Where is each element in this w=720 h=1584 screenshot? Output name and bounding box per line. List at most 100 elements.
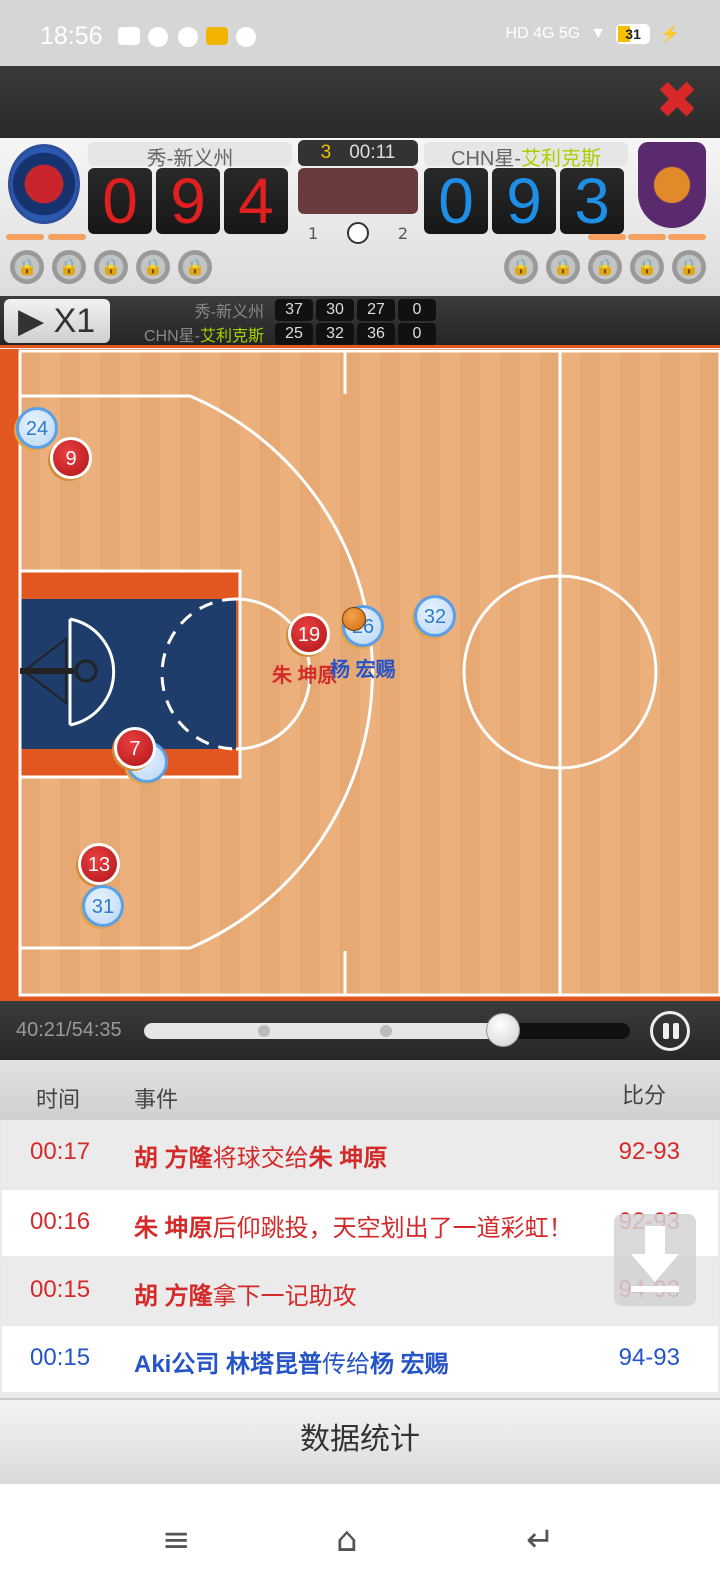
basketball-court: 24 9 26 19 32 7 13 31 朱 坤原 杨 宏赐 bbox=[0, 349, 720, 1000]
speed-label: X1 bbox=[53, 302, 96, 340]
column-header-time: 时间 bbox=[36, 1087, 81, 1112]
player-marker[interactable]: 13 bbox=[78, 843, 120, 885]
quarter-score-cell: 32 bbox=[316, 323, 354, 345]
possession-1: 1 bbox=[308, 223, 319, 243]
event-row: 00:17 胡 方隆将球交给朱 坤原 92-93 bbox=[2, 1120, 718, 1186]
stats-button[interactable]: 数据统计 bbox=[0, 1398, 720, 1484]
lock-icon: 🔒 bbox=[94, 250, 128, 284]
menu-icon[interactable]: ≡ bbox=[162, 1520, 191, 1560]
quarter-score-cell: 25 bbox=[275, 323, 313, 345]
event-time: 00:15 bbox=[30, 1344, 91, 1371]
away-score-digit: 9 bbox=[492, 168, 556, 234]
away-team-logo bbox=[638, 142, 706, 228]
home-score-digit: 9 bbox=[156, 168, 220, 234]
home-quarter-label: 秀-新义州 bbox=[194, 304, 264, 321]
quarter-score-cell: 27 bbox=[357, 299, 395, 321]
home-icon[interactable]: ⌂ bbox=[336, 1520, 358, 1560]
possession-indicator: 1 2 bbox=[308, 222, 408, 244]
back-icon[interactable]: ↵ bbox=[526, 1520, 555, 1560]
away-score-digit: 0 bbox=[424, 168, 488, 234]
quarter-score-cell: 0 bbox=[398, 299, 436, 321]
player-marker[interactable]: 32 bbox=[414, 595, 456, 637]
scoreboard: 秀-新义州 CHN星-艾利克斯 0 9 4 0 9 3 3 00:11 1 2 🔒… bbox=[0, 138, 720, 298]
playback-progress bbox=[144, 1023, 504, 1039]
possession-2: 2 bbox=[397, 223, 408, 243]
app-icon bbox=[178, 27, 198, 47]
shot-clock-panel bbox=[298, 168, 418, 214]
close-button[interactable]: ✖ bbox=[652, 75, 702, 127]
basketball-icon bbox=[342, 607, 366, 631]
event-text: 胡 方隆拿下一记助攻 bbox=[134, 1283, 357, 1310]
battery-level: 31 bbox=[625, 26, 641, 42]
quarter-score-cell: 37 bbox=[275, 299, 313, 321]
lock-icon: 🔒 bbox=[588, 250, 622, 284]
lock-icon: 🔒 bbox=[630, 250, 664, 284]
charging-icon: ⚡ bbox=[660, 26, 680, 43]
column-header-score: 比分 bbox=[622, 1083, 667, 1108]
away-quarter-row: CHN星-艾利克斯 25 32 36 0 bbox=[112, 322, 436, 346]
clock-time: 00:11 bbox=[349, 142, 396, 163]
event-row: 00:16 朱 坤原后仰跳投，天空划出了一道彩虹！ 92-93 bbox=[2, 1190, 718, 1256]
player-marker[interactable]: 19 bbox=[288, 613, 330, 655]
event-time: 00:17 bbox=[30, 1138, 91, 1165]
system-nav-bar: ≡ ⌂ ↵ bbox=[0, 1484, 720, 1584]
whistle-icon bbox=[347, 222, 369, 244]
home-score: 0 9 4 bbox=[88, 168, 288, 234]
away-quarter-label: CHN星-艾利克斯 bbox=[143, 328, 264, 345]
events-header: 时间 事件 比分 bbox=[0, 1060, 720, 1120]
lock-icon: 🔒 bbox=[178, 250, 212, 284]
home-score-digit: 0 bbox=[88, 168, 152, 234]
away-foul-bar bbox=[628, 234, 666, 240]
close-icon: ✖ bbox=[655, 71, 699, 131]
game-clock: 3 00:11 bbox=[298, 140, 418, 166]
event-time: 00:15 bbox=[30, 1276, 91, 1303]
away-team-name: CHN星-艾利克斯 bbox=[424, 142, 628, 170]
play-icon: ▶ bbox=[18, 302, 45, 340]
event-time: 00:16 bbox=[30, 1208, 91, 1235]
status-right: HD 4G 5G ▼ 31 ⚡ bbox=[506, 24, 680, 44]
away-score-digit: 3 bbox=[560, 168, 624, 234]
status-time: 18:56 bbox=[40, 22, 103, 50]
player-marker[interactable]: 24 bbox=[16, 407, 58, 449]
top-header: ✖ bbox=[0, 66, 720, 138]
event-score: 94-93 bbox=[618, 1344, 680, 1371]
lock-icon: 🔒 bbox=[136, 250, 170, 284]
lock-icon: 🔒 bbox=[10, 250, 44, 284]
player-marker[interactable]: 31 bbox=[82, 885, 124, 927]
event-row: 00:15 Aki公司 林塔昆普传给杨 宏赐 94-93 bbox=[2, 1326, 718, 1392]
slider-thumb[interactable] bbox=[486, 1013, 520, 1047]
status-bar: 18:56 HD 4G 5G ▼ 31 ⚡ bbox=[0, 0, 720, 66]
wifi-icon: ▼ bbox=[590, 25, 607, 42]
quarter-marker bbox=[380, 1025, 392, 1037]
quarter-score-bar: ▶ X1 秀-新义州 37 30 27 0 CHN星-艾利克斯 25 32 36… bbox=[0, 296, 720, 348]
event-text: Aki公司 林塔昆普传给杨 宏赐 bbox=[134, 1351, 449, 1378]
event-row: 00:15 胡 方隆拿下一记助攻 94-93 bbox=[2, 1258, 718, 1324]
home-score-digit: 4 bbox=[224, 168, 288, 234]
playback-slider[interactable] bbox=[144, 1023, 630, 1039]
speed-icon bbox=[148, 27, 168, 47]
ball-handler-label: 朱 坤原 bbox=[272, 665, 338, 687]
player-marker[interactable]: 7 bbox=[114, 727, 156, 769]
lock-icon: 🔒 bbox=[504, 250, 538, 284]
home-foul-bar bbox=[48, 234, 86, 240]
battery-icon: 31 bbox=[616, 24, 651, 44]
away-foul-bar bbox=[588, 234, 626, 240]
message-icon bbox=[236, 27, 256, 47]
quarter-score-cell: 0 bbox=[398, 323, 436, 345]
playback-bar: 40:21/54:35 bbox=[0, 999, 720, 1060]
store-icon bbox=[206, 27, 228, 45]
home-team-name: 秀-新义州 bbox=[88, 142, 292, 170]
home-foul-bar bbox=[6, 234, 44, 240]
scroll-down-button[interactable] bbox=[614, 1214, 696, 1306]
player-marker[interactable]: 9 bbox=[50, 437, 92, 479]
event-score: 92-93 bbox=[618, 1138, 680, 1165]
home-team-logo bbox=[8, 144, 80, 224]
lock-icon: 🔒 bbox=[546, 250, 580, 284]
quarter-number: 3 bbox=[320, 142, 332, 163]
playback-time: 40:21/54:35 bbox=[16, 1019, 122, 1041]
away-score: 0 9 3 bbox=[424, 168, 624, 234]
lock-icon: 🔒 bbox=[52, 250, 86, 284]
quarter-score-cell: 36 bbox=[357, 323, 395, 345]
pause-button[interactable] bbox=[650, 1011, 690, 1051]
speed-button[interactable]: ▶ X1 bbox=[4, 299, 110, 343]
